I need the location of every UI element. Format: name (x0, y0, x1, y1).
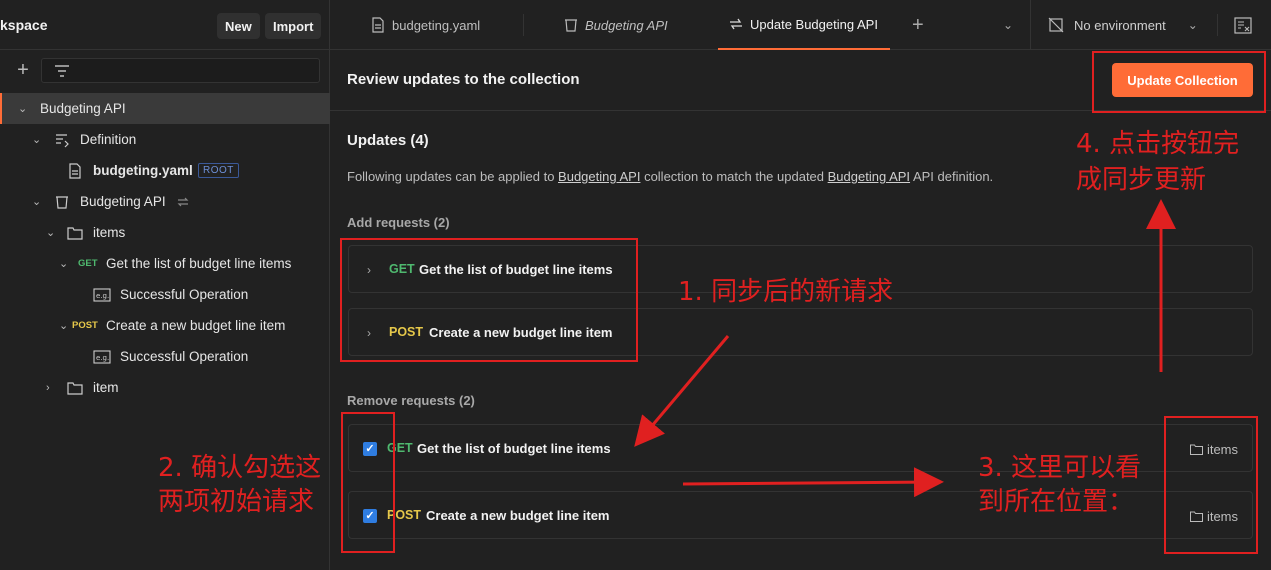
page-title: Review updates to the collection (347, 71, 580, 88)
tree-item-folder-item[interactable]: › item (0, 372, 330, 403)
tree-item-file[interactable]: budgeting.yaml ROOT (0, 155, 330, 186)
annotation-box-update-button (1092, 51, 1266, 113)
annotation-1: 1. 同步后的新请求 (678, 277, 894, 307)
tab-budgeting-yaml[interactable]: budgeting.yaml (370, 0, 480, 50)
add-tab-icon[interactable]: + (912, 0, 924, 50)
file-icon (372, 17, 384, 33)
sidebar-toolbar: + (0, 50, 329, 92)
annotation-4-line1: 4. 点击按钮完 (1076, 129, 1240, 159)
collection-link[interactable]: Budgeting API (558, 169, 640, 184)
workspace-title: kspace (0, 16, 48, 33)
chevron-down-icon[interactable]: ⌄ (32, 134, 42, 145)
method-badge: GET (78, 258, 98, 269)
tree-label: Create a new budget line item (106, 318, 286, 333)
chevron-down-icon[interactable]: ⌄ (1188, 18, 1198, 32)
tab-budgeting-api[interactable]: Budgeting API (563, 0, 668, 50)
tab-divider (523, 14, 524, 36)
environment-selector[interactable]: No environment ⌄ (1048, 0, 1198, 50)
filter-input[interactable] (41, 58, 320, 83)
collection-icon (56, 195, 68, 209)
tree-item-collection[interactable]: ⌄ Budgeting API (0, 186, 330, 217)
tree-label: Successful Operation (120, 349, 249, 364)
tree-label: budgeting.yaml (93, 163, 193, 178)
environment-label: No environment (1074, 17, 1166, 33)
collection-icon (565, 19, 577, 32)
tree-item-example[interactable]: e.g. Successful Operation (0, 341, 330, 372)
definition-icon (56, 133, 69, 147)
annotation-2-line2: 两项初始请求 (158, 487, 315, 517)
chevron-right-icon[interactable]: › (46, 382, 56, 393)
tab-label: Budgeting API (585, 17, 668, 33)
root-badge: ROOT (198, 163, 239, 178)
desc-text: API definition. (910, 169, 994, 184)
updates-title: Updates (4) (347, 132, 429, 149)
tab-label: budgeting.yaml (392, 17, 481, 33)
chevron-down-icon[interactable]: ⌄ (59, 258, 69, 269)
tab-update-budgeting-api[interactable]: Update Budgeting API (718, 0, 890, 50)
tree-label: Definition (80, 132, 137, 147)
tree-item-get-request[interactable]: ⌄ GET Get the list of budget line items (0, 248, 330, 279)
tree-item-example[interactable]: e.g. Successful Operation (0, 279, 330, 310)
tree-label: Successful Operation (120, 287, 249, 302)
tree-label: Budgeting API (80, 194, 166, 209)
annotation-box-new-requests (340, 238, 638, 362)
folder-icon (67, 226, 83, 240)
tree-item-api[interactable]: ⌄ Budgeting API (0, 93, 330, 124)
sync-icon (730, 18, 742, 30)
add-requests-label: Add requests (2) (347, 215, 450, 230)
chevron-down-icon[interactable]: ⌄ (59, 320, 69, 331)
svg-text:e.g.: e.g. (96, 354, 109, 362)
tree-label: items (93, 225, 126, 240)
no-environment-icon (1048, 17, 1064, 33)
add-icon[interactable]: + (14, 60, 32, 80)
chevron-down-icon[interactable]: ⌄ (1003, 0, 1013, 50)
chevron-down-icon[interactable]: ⌄ (46, 227, 56, 238)
filter-icon[interactable] (54, 64, 70, 78)
tab-divider (1030, 0, 1031, 50)
annotation-3-line2: 到所在位置： (978, 487, 1135, 517)
request-name: Get the list of budget line items (417, 441, 611, 456)
updates-description: Following updates can be applied to Budg… (347, 169, 993, 184)
annotation-box-checkboxes (341, 412, 395, 553)
annotation-4-line2: 成同步更新 (1076, 165, 1207, 195)
desc-text: Following updates can be applied to (347, 169, 559, 184)
sidebar-tree: ⌄ Budgeting API ⌄ Definition budgeting.y… (0, 93, 330, 403)
app: kspace New Import + ⌄ Budgeting API ⌄ De… (0, 0, 1271, 570)
example-icon: e.g. (93, 349, 111, 364)
tree-item-folder-items[interactable]: ⌄ items (0, 217, 330, 248)
tree-label: item (93, 380, 119, 395)
example-icon: e.g. (93, 287, 111, 302)
chevron-down-icon[interactable]: ⌄ (32, 196, 42, 207)
desc-text: collection to match the updated (640, 169, 828, 184)
file-icon (69, 162, 81, 179)
tree-label: Budgeting API (40, 101, 126, 116)
api-link[interactable]: Budgeting API (828, 169, 910, 184)
annotation-3-line1: 3. 这里可以看 (978, 453, 1142, 483)
tree-item-post-request[interactable]: ⌄ POST Create a new budget line item (0, 310, 330, 341)
tab-bar: budgeting.yaml Budgeting API Update Budg… (330, 0, 1271, 50)
tab-label: Update Budgeting API (750, 16, 878, 32)
folder-icon (67, 381, 83, 395)
environment-quick-look-icon[interactable] (1234, 17, 1252, 34)
annotation-2-line1: 2. 确认勾选这 (158, 453, 322, 483)
request-name: Create a new budget line item (426, 508, 610, 523)
annotation-box-locations (1164, 416, 1258, 554)
import-button[interactable]: Import (265, 13, 322, 39)
method-badge: POST (72, 320, 98, 331)
workspace-header: kspace New Import (0, 0, 329, 50)
svg-text:e.g.: e.g. (96, 292, 109, 300)
chevron-down-icon[interactable]: ⌄ (18, 103, 28, 114)
remove-requests-label: Remove requests (2) (347, 393, 475, 408)
tree-item-definition[interactable]: ⌄ Definition (0, 124, 330, 155)
tree-label: Get the list of budget line items (106, 256, 292, 271)
sync-icon (177, 197, 189, 206)
new-button[interactable]: New (217, 13, 260, 39)
tab-divider (1217, 14, 1218, 36)
